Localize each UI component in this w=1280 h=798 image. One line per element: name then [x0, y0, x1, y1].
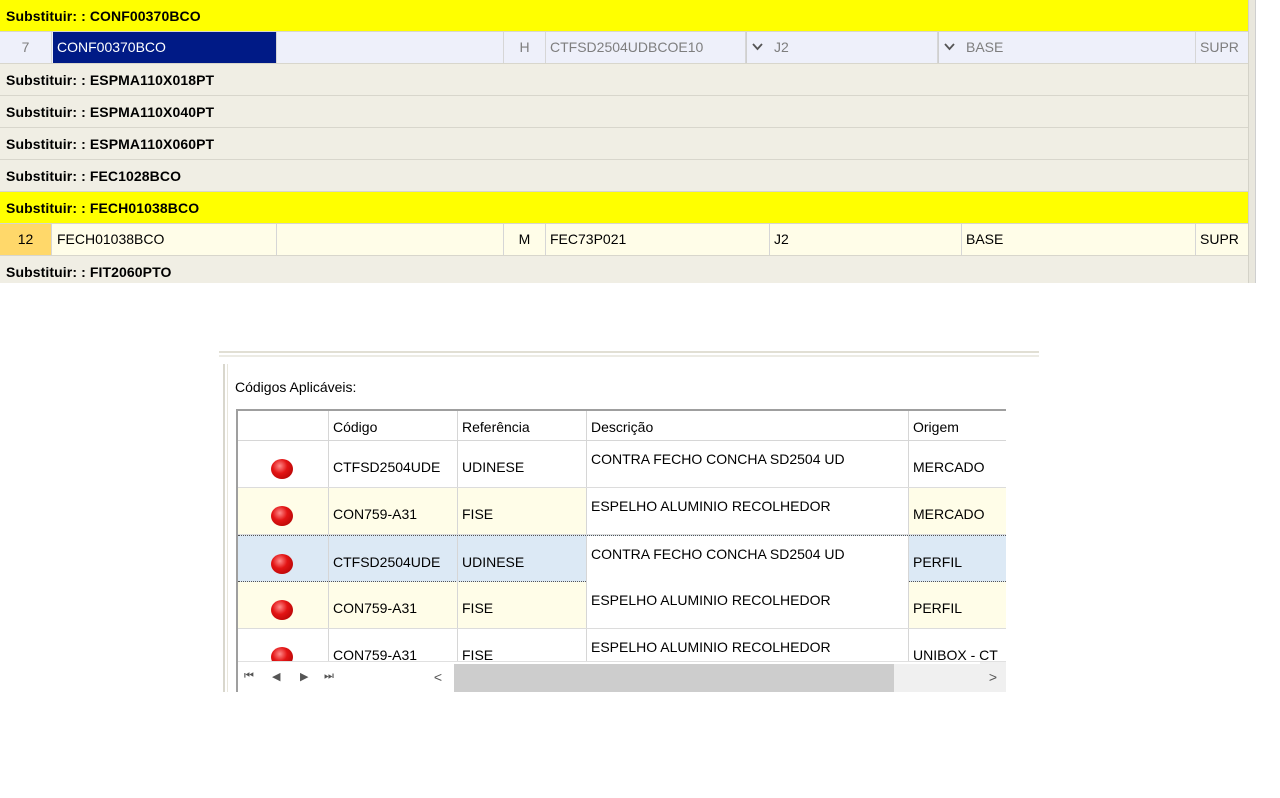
vertical-scrollbar[interactable] [1248, 0, 1280, 283]
group-label: Substituir: : FECH01038BCO [6, 200, 200, 216]
applicable-codes-table: Código Referência Descrição Origem CTFSD… [236, 409, 1006, 692]
j-dropdown[interactable]: J2 [770, 32, 938, 63]
scroll-right-button[interactable]: > [980, 662, 1006, 692]
empty-cell[interactable] [277, 32, 504, 63]
status-cell [238, 488, 329, 534]
table-row[interactable]: CON759-A31 FISE ESPELHO ALUMINIO RECOLHE… [238, 488, 1006, 535]
scrollbar-thumb[interactable] [1255, 0, 1280, 283]
row-index: 12 [0, 224, 52, 255]
chevron-down-icon[interactable] [746, 32, 768, 63]
group-row-fech01038bco[interactable]: Substituir: : FECH01038BCO [0, 192, 1248, 224]
descricao-cell[interactable]: CONTRA FECHO CONCHA SD2504 UD [587, 536, 909, 582]
status-column-header[interactable] [238, 411, 329, 440]
red-status-icon [271, 554, 293, 574]
descricao-cell[interactable]: ESPELHO ALUMINIO RECOLHEDOR [587, 488, 909, 534]
codigo-cell[interactable]: CON759-A31 [329, 582, 458, 628]
empty-cell[interactable] [277, 224, 504, 255]
supr-cell[interactable]: SUPR [1196, 32, 1248, 63]
origem-cell[interactable]: MERCADO [909, 441, 1006, 487]
first-page-icon[interactable]: ⏮ [244, 670, 254, 683]
red-status-icon [271, 459, 293, 479]
origem-cell[interactable]: PERFIL [909, 536, 1006, 582]
status-cell [238, 536, 329, 582]
j-cell[interactable]: J2 [770, 224, 962, 255]
group-row-espma110x018pt[interactable]: Substituir: : ESPMA110X018PT [0, 64, 1248, 96]
panel-divider [219, 351, 1039, 353]
reference-cell[interactable]: FEC73P021 [546, 224, 770, 255]
code-cell[interactable]: FECH01038BCO [53, 224, 277, 255]
table-row-selected[interactable]: CTFSD2504UDE UDINESE CONTRA FECHO CONCHA… [238, 535, 1006, 582]
row-index: 7 [0, 32, 52, 63]
grid-row-12[interactable]: 12 FECH01038BCO M FEC73P021 J2 BASE SUPR [0, 224, 1248, 256]
referencia-cell[interactable]: UDINESE [458, 441, 587, 487]
descricao-cell[interactable]: CONTRA FECHO CONCHA SD2504 UD [587, 441, 909, 487]
group-label: Substituir: : FIT2060PTO [6, 264, 172, 280]
reference-dropdown[interactable]: CTFSD2504UDBCOE10 [546, 32, 746, 63]
panel-title: Códigos Aplicáveis: [235, 379, 357, 395]
base-cell[interactable]: BASE [962, 224, 1196, 255]
column-header-referencia[interactable]: Referência [458, 411, 587, 440]
grid-row-7[interactable]: 7 CONF00370BCO H CTFSD2504UDBCOE10 J2 BA… [0, 32, 1248, 64]
group-row-espma110x040pt[interactable]: Substituir: : ESPMA110X040PT [0, 96, 1248, 128]
previous-page-icon[interactable]: ◀ [272, 670, 280, 683]
type-cell[interactable]: M [504, 224, 546, 255]
referencia-cell[interactable]: FISE [458, 582, 587, 628]
column-header-origem[interactable]: Origem [909, 411, 1006, 440]
descricao-cell[interactable]: ESPELHO ALUMINIO RECOLHEDOR [587, 582, 909, 628]
red-status-icon [271, 506, 293, 526]
group-label: Substituir: : CONF00370BCO [6, 8, 201, 24]
next-page-icon[interactable]: ▶ [300, 670, 308, 683]
group-label: Substituir: : ESPMA110X040PT [6, 104, 215, 120]
referencia-cell[interactable]: UDINESE [458, 536, 587, 582]
status-cell [238, 582, 329, 628]
substitution-grid: Substituir: : CONF00370BCO 7 CONF00370BC… [0, 0, 1280, 283]
supr-cell[interactable]: SUPR [1196, 224, 1248, 255]
column-header-descricao[interactable]: Descrição [587, 411, 909, 440]
codigo-cell[interactable]: CTFSD2504UDE [329, 441, 458, 487]
scroll-left-button[interactable]: < [424, 662, 452, 692]
group-row-fec1028bco[interactable]: Substituir: : FEC1028BCO [0, 160, 1248, 192]
last-page-icon[interactable]: ⏭ [324, 670, 334, 683]
group-row-fit2060pto[interactable]: Substituir: : FIT2060PTO [0, 256, 1248, 283]
table-pager: ⏮ ◀ ▶ ⏭ < > [238, 661, 1006, 692]
referencia-cell[interactable]: FISE [458, 488, 587, 534]
table-header: Código Referência Descrição Origem [238, 411, 1006, 441]
group-label: Substituir: : ESPMA110X018PT [6, 72, 215, 88]
base-cell[interactable]: BASE [962, 32, 1196, 63]
panel-border [223, 364, 225, 692]
chevron-down-icon[interactable] [938, 32, 960, 63]
panel-divider [219, 355, 1039, 357]
group-row-espma110x060pt[interactable]: Substituir: : ESPMA110X060PT [0, 128, 1248, 160]
panel-border [227, 364, 228, 692]
group-label: Substituir: : FEC1028BCO [6, 168, 182, 184]
codigo-cell[interactable]: CON759-A31 [329, 488, 458, 534]
red-status-icon [271, 600, 293, 620]
origem-cell[interactable]: MERCADO [909, 488, 1006, 534]
table-row[interactable]: CTFSD2504UDE UDINESE CONTRA FECHO CONCHA… [238, 441, 1006, 488]
table-row[interactable]: CON759-A31 FISE ESPELHO ALUMINIO RECOLHE… [238, 582, 1006, 629]
status-cell [238, 441, 329, 487]
column-header-codigo[interactable]: Código [329, 411, 458, 440]
horizontal-scrollbar-track[interactable] [894, 664, 980, 692]
code-cell-selected[interactable]: CONF00370BCO [53, 32, 277, 63]
horizontal-scrollbar-thumb[interactable] [454, 664, 894, 692]
group-label: Substituir: : ESPMA110X060PT [6, 136, 215, 152]
codigo-cell[interactable]: CTFSD2504UDE [329, 536, 458, 582]
origem-cell[interactable]: PERFIL [909, 582, 1006, 628]
group-row-conf00370bco[interactable]: Substituir: : CONF00370BCO [0, 0, 1248, 32]
type-cell[interactable]: H [504, 32, 546, 63]
